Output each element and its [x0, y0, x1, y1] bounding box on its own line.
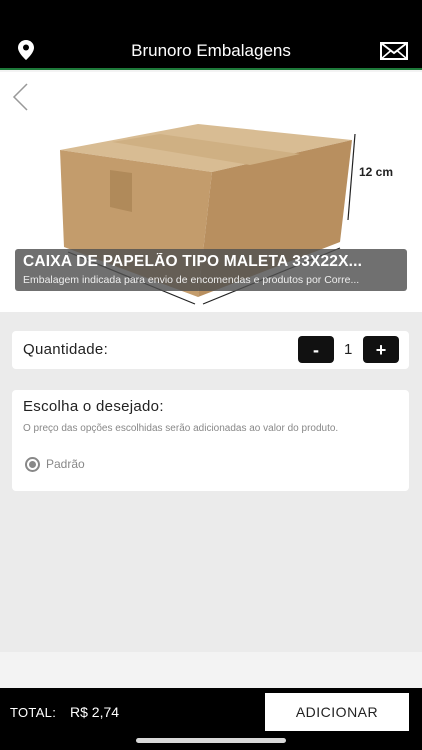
add-button[interactable]: ADICIONAR	[265, 693, 409, 731]
decrease-button[interactable]: -	[298, 336, 334, 363]
quantity-label: Quantidade:	[23, 341, 109, 358]
options-note: O preço das opções escolhidas serão adic…	[23, 423, 339, 434]
quantity-card: Quantidade: - 1 +	[12, 331, 409, 369]
product-caption: CAIXA DE PAPELÃO TIPO MALETA 33X22X... E…	[15, 249, 407, 291]
top-bar: Brunoro Embalagens	[0, 0, 422, 70]
options-heading: Escolha o desejado:	[23, 398, 164, 415]
total-label: TOTAL:	[10, 705, 57, 720]
product-name: CAIXA DE PAPELÃO TIPO MALETA 33X22X...	[23, 253, 363, 270]
home-indicator[interactable]	[136, 738, 286, 743]
envelope-icon[interactable]	[380, 42, 408, 65]
option-label-padrao[interactable]: Padrão	[46, 457, 85, 471]
app-title: Brunoro Embalagens	[131, 41, 291, 60]
radio-padrao[interactable]	[25, 457, 40, 472]
dimension-label: 12 cm	[359, 165, 393, 179]
options-card: Escolha o desejado: O preço das opções e…	[12, 390, 409, 491]
quantity-value: 1	[344, 341, 353, 358]
total-value: R$ 2,74	[70, 704, 120, 720]
increase-button[interactable]: +	[363, 336, 399, 363]
back-arrow-icon[interactable]	[10, 82, 30, 117]
product-description: Embalagem indicada para envio de encomen…	[23, 274, 360, 286]
